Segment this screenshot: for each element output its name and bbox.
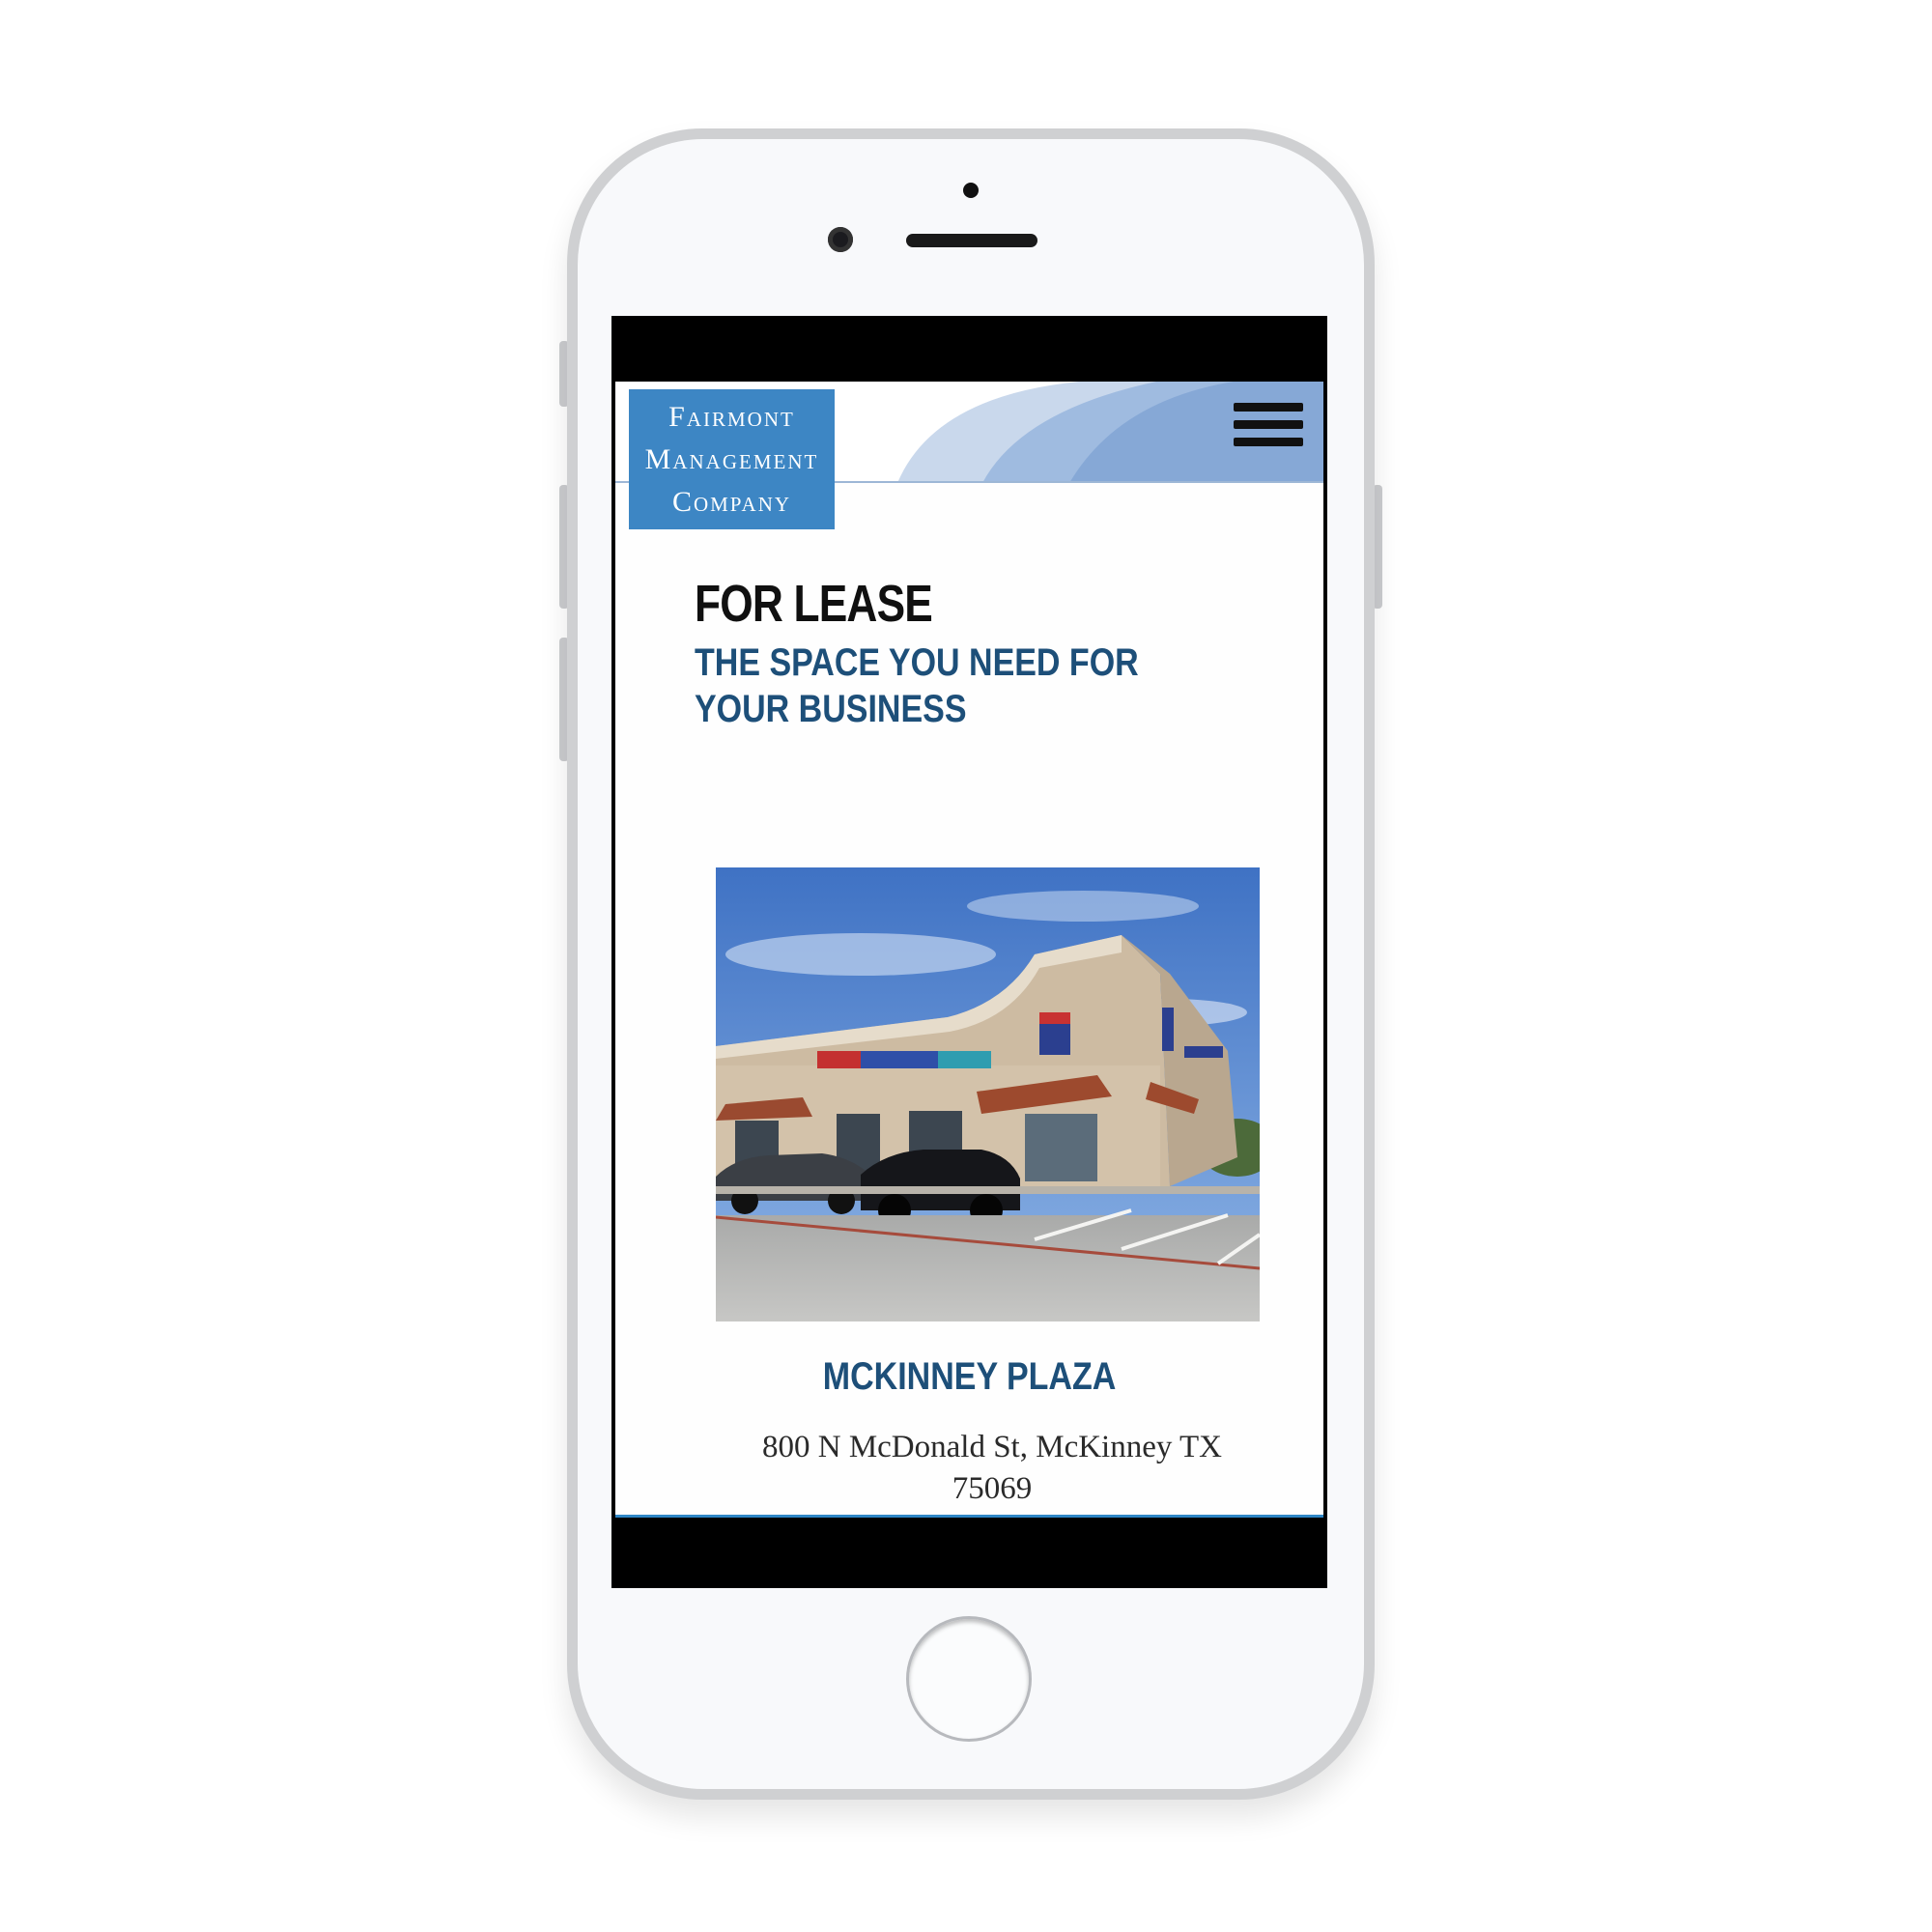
hamburger-menu-icon[interactable] — [1234, 403, 1303, 459]
property-name-text: MCKINNEY PLAZA — [822, 1355, 1117, 1398]
front-camera-icon — [828, 227, 853, 252]
property-address: 800 N McDonald St, McKinney TX 75069 — [761, 1430, 1223, 1506]
page-subtitle: THE SPACE YOU NEED FOR YOUR BUSINESS — [695, 641, 1139, 730]
property-name[interactable]: MCKINNEY PLAZA — [615, 1355, 1323, 1399]
company-logo[interactable]: Fairmont Management Company — [629, 389, 835, 529]
phone-screen: Fairmont Management Company FOR LEASE TH… — [611, 316, 1327, 1588]
logo-line-3: Company — [671, 485, 792, 518]
menu-bar — [1234, 438, 1303, 446]
proximity-sensor — [963, 183, 979, 198]
property-photo[interactable] — [716, 867, 1260, 1321]
logo-line-1: Fairmont — [668, 400, 795, 433]
menu-bar — [1234, 420, 1303, 429]
property-photo-illustration — [716, 867, 1260, 1321]
earpiece-speaker — [906, 234, 1037, 247]
viewport-divider — [615, 1515, 1323, 1518]
page-title: FOR LEASE — [695, 575, 933, 633]
web-viewport: Fairmont Management Company FOR LEASE TH… — [615, 382, 1323, 1518]
home-button — [906, 1616, 1032, 1742]
logo-line-2: Management — [644, 442, 819, 475]
menu-bar — [1234, 403, 1303, 412]
